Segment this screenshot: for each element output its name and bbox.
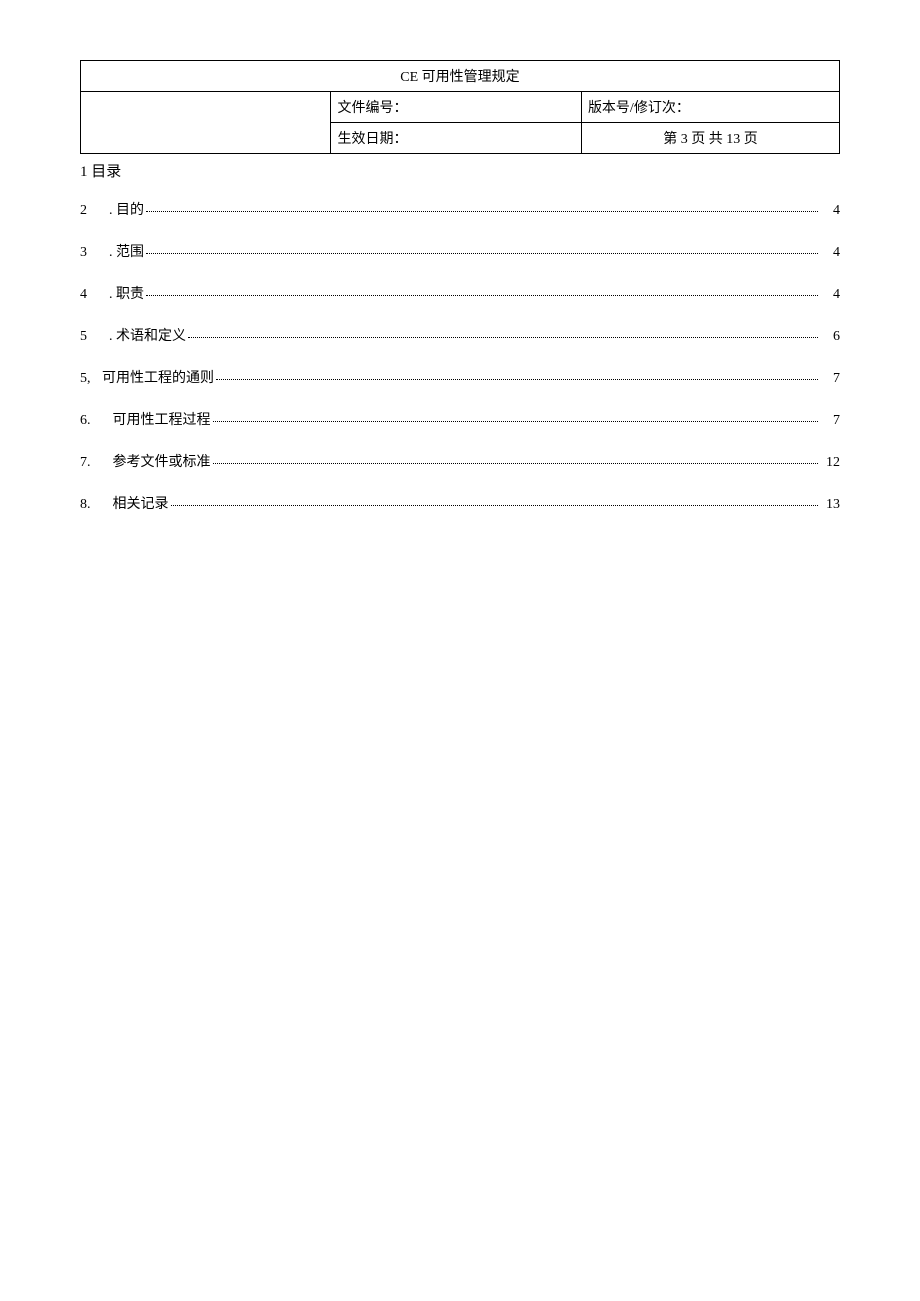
effective-date-label: 生效日期： xyxy=(331,123,581,154)
toc-entry: 7. 参考文件或标准 12 xyxy=(80,451,840,471)
toc-sep xyxy=(102,413,113,429)
toc-page: 7 xyxy=(822,413,840,429)
toc-entry: 5 . 术语和定义 6 xyxy=(80,325,840,345)
toc-page: 12 xyxy=(822,455,840,471)
toc-num: 4 xyxy=(80,287,102,303)
toc-dots xyxy=(146,295,818,296)
doc-no-label: 文件编号： xyxy=(331,92,581,123)
toc-dots xyxy=(146,253,818,254)
toc-label: 职责 xyxy=(116,283,144,303)
toc-num: 7. xyxy=(80,455,102,471)
toc-entry: 3 . 范围 4 xyxy=(80,241,840,261)
document-page: CE 可用性管理规定 文件编号： 版本号/修订次： 生效日期： 第 3 页 共 … xyxy=(0,0,920,575)
toc-label: 可用性工程过程 xyxy=(113,409,211,429)
toc-label: 范围 xyxy=(116,241,144,261)
toc-label: 目的 xyxy=(116,199,144,219)
toc-label: 术语和定义 xyxy=(116,325,186,345)
toc-page: 13 xyxy=(822,497,840,513)
toc-page: 4 xyxy=(822,245,840,261)
toc-entry: 4 . 职责 4 xyxy=(80,283,840,303)
toc-sep: . xyxy=(102,329,116,345)
toc-sep: . xyxy=(102,203,116,219)
toc-page: 4 xyxy=(822,287,840,303)
toc-heading: 1 目录 xyxy=(80,160,840,181)
toc-sep xyxy=(102,497,113,513)
toc-sep: . xyxy=(102,245,116,261)
toc-num: 5 xyxy=(80,329,102,345)
toc-label: 参考文件或标准 xyxy=(113,451,211,471)
toc-num: 6. xyxy=(80,413,102,429)
toc-page: 7 xyxy=(822,371,840,387)
table-of-contents: 2 . 目的 4 3 . 范围 4 4 . 职责 4 5 . 术语和定义 6 xyxy=(80,199,840,513)
toc-num: 3 xyxy=(80,245,102,261)
toc-num: 5, xyxy=(80,371,102,387)
toc-page: 4 xyxy=(822,203,840,219)
toc-entry: 8. 相关记录 13 xyxy=(80,493,840,513)
toc-label: 相关记录 xyxy=(113,493,169,513)
toc-dots xyxy=(171,505,819,506)
toc-dots xyxy=(213,463,819,464)
toc-label: 可用性工程的通则 xyxy=(102,367,214,387)
toc-entry: 5, 可用性工程的通则 7 xyxy=(80,367,840,387)
page-indicator: 第 3 页 共 13 页 xyxy=(581,123,839,154)
toc-num: 2 xyxy=(80,203,102,219)
doc-title: CE 可用性管理规定 xyxy=(81,61,840,92)
toc-dots xyxy=(213,421,819,422)
toc-page: 6 xyxy=(822,329,840,345)
header-blank-cell xyxy=(81,92,331,154)
header-table: CE 可用性管理规定 文件编号： 版本号/修订次： 生效日期： 第 3 页 共 … xyxy=(80,60,840,154)
toc-dots xyxy=(188,337,818,338)
toc-dots xyxy=(216,379,818,380)
version-label: 版本号/修订次： xyxy=(581,92,839,123)
toc-sep: . xyxy=(102,287,116,303)
toc-num: 8. xyxy=(80,497,102,513)
toc-entry: 2 . 目的 4 xyxy=(80,199,840,219)
toc-dots xyxy=(146,211,818,212)
toc-sep xyxy=(102,455,113,471)
toc-entry: 6. 可用性工程过程 7 xyxy=(80,409,840,429)
